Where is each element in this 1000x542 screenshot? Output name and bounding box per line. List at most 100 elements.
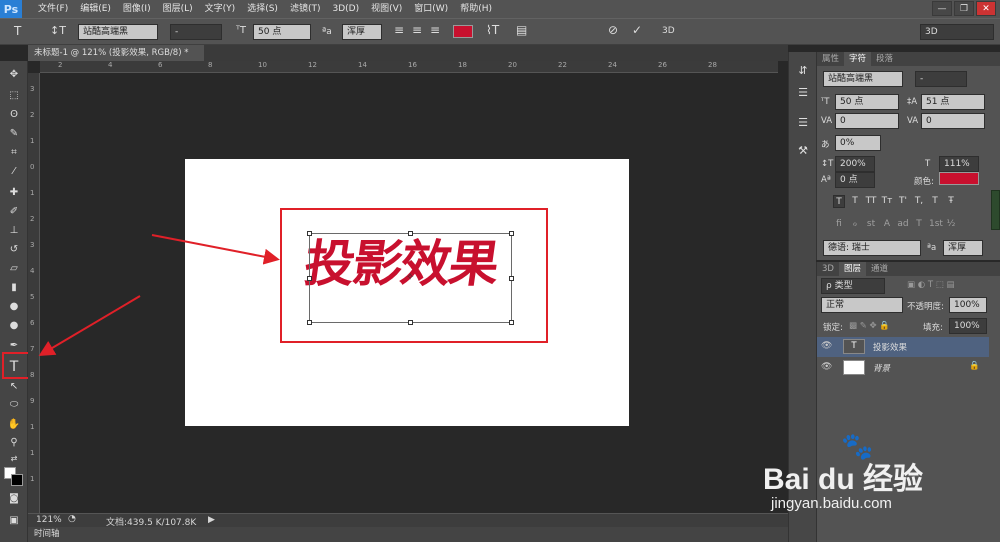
healing-tool-icon[interactable]: ✚ [5, 185, 23, 201]
menu-edit[interactable]: 编辑(E) [74, 0, 117, 18]
menu-view[interactable]: 视图(V) [365, 0, 408, 18]
swash-button[interactable]: st [865, 218, 877, 231]
tab-3d[interactable]: 3D [817, 262, 839, 276]
tab-channels[interactable]: 通道 [866, 262, 893, 276]
align-center-icon[interactable]: ≡ [412, 23, 422, 37]
lasso-tool-icon[interactable]: ʘ [5, 107, 23, 123]
char-baseline-shift[interactable]: 0 点 [835, 172, 875, 188]
alt-ligature-button[interactable]: ℴ [849, 218, 861, 231]
align-left-icon[interactable]: ≡ [394, 23, 404, 37]
ellipse-tool-icon[interactable]: ⬭ [5, 397, 23, 413]
strikethrough-button[interactable]: Ŧ [945, 195, 957, 208]
tab-character[interactable]: 字符 [844, 52, 872, 66]
menu-file[interactable]: 文件(F) [32, 0, 74, 18]
char-horizontal-scale[interactable]: 111% [939, 156, 979, 172]
zoom-tool-icon[interactable]: ⚲ [5, 435, 23, 451]
tool-presets-icon[interactable]: ⚒ [795, 144, 811, 160]
fractions-button[interactable]: ½ [945, 218, 957, 231]
transform-handle[interactable] [408, 320, 413, 325]
char-font-size[interactable]: 50 点 [835, 94, 899, 110]
titling-button[interactable]: ad [897, 218, 909, 231]
char-leading[interactable]: 51 点 [921, 94, 985, 110]
adjust-icon[interactable]: ⇵ [795, 64, 811, 80]
faux-bold-button[interactable]: T [833, 195, 845, 208]
hand-tool-icon[interactable]: ✋ [5, 417, 23, 433]
lock-icons[interactable]: ▩ ✎ ✥ 🔒 [849, 321, 890, 331]
transform-handle[interactable] [307, 276, 312, 281]
ordinal-button[interactable]: T [913, 218, 925, 231]
menu-window[interactable]: 窗口(W) [408, 0, 454, 18]
timeline-panel-tab[interactable]: 时间轴 [28, 527, 788, 542]
char-font-style[interactable]: - [915, 71, 967, 87]
zoom-level[interactable]: 121% [36, 515, 62, 525]
workspace-select[interactable]: 3D [920, 24, 994, 40]
background-color-swatch[interactable] [11, 474, 23, 486]
ordinals-button[interactable]: 1st [929, 218, 943, 231]
cancel-icon[interactable]: ⊘ [608, 23, 618, 37]
menu-type[interactable]: 文字(Y) [199, 0, 242, 18]
minimize-button[interactable]: — [932, 1, 952, 16]
dodge-tool-icon[interactable]: ● [5, 318, 23, 334]
panels-toggle-icon[interactable]: ▤ [516, 23, 527, 37]
move-tool-icon[interactable]: ✥ [5, 67, 23, 83]
tab-layers[interactable]: 图层 [838, 262, 866, 276]
transform-handle[interactable] [307, 320, 312, 325]
tab-properties[interactable]: 属性 [817, 52, 844, 66]
history-icon[interactable]: ☰ [795, 86, 811, 102]
font-style-select[interactable]: - [170, 24, 222, 40]
small-caps-button[interactable]: Tт [881, 195, 893, 208]
document-tab[interactable]: 未标题-1 @ 121% (投影效果, RGB/8) * × [28, 45, 204, 74]
eraser-tool-icon[interactable]: ▱ [5, 261, 23, 277]
menu-image[interactable]: 图像(I) [117, 0, 157, 18]
fill-input[interactable]: 100% [949, 318, 987, 334]
text-color-swatch[interactable] [453, 25, 473, 38]
transform-handle[interactable] [509, 276, 514, 281]
text-orientation-icon[interactable]: ↕T [50, 24, 66, 38]
layer-row-background[interactable]: 👁 背景 🔒 [817, 358, 989, 378]
align-right-icon[interactable]: ≡ [430, 23, 440, 37]
menu-3d[interactable]: 3D(D) [326, 0, 365, 18]
opacity-input[interactable]: 100% [949, 297, 987, 313]
menu-filter[interactable]: 滤镜(T) [284, 0, 327, 18]
layer-filter-icons[interactable]: ▣ ◐ T ⬚ ▤ [907, 280, 955, 290]
faux-italic-button[interactable]: T [849, 195, 861, 208]
quick-select-tool-icon[interactable]: ✎ [5, 126, 23, 142]
visibility-eye-icon[interactable]: 👁 [821, 362, 832, 372]
quick-mask-icon[interactable]: ◙ [5, 491, 23, 507]
eyedropper-tool-icon[interactable]: ⁄ [5, 164, 23, 180]
swap-colors-icon[interactable]: ⇄ [5, 451, 23, 467]
char-antialias-select[interactable]: 浑厚 [943, 240, 983, 256]
char-kerning[interactable]: 0 [835, 113, 899, 129]
superscript-button[interactable]: T' [897, 195, 909, 208]
status-info-icon[interactable]: ◔ [68, 514, 76, 524]
font-family-select[interactable]: 站酷高端黑 [78, 24, 158, 40]
blur-tool-icon[interactable]: ● [5, 299, 23, 315]
close-button[interactable]: ✕ [976, 1, 996, 16]
restore-button[interactable]: ❐ [954, 1, 974, 16]
menu-layer[interactable]: 图层(L) [157, 0, 199, 18]
visibility-eye-icon[interactable]: 👁 [821, 341, 832, 351]
type-tool-preset-icon[interactable]: T [14, 24, 21, 38]
font-size-select[interactable]: 50 点 [253, 24, 311, 40]
transform-handle[interactable] [509, 320, 514, 325]
char-vertical-scale[interactable]: 200% [835, 156, 875, 172]
commit-icon[interactable]: ✓ [632, 23, 642, 37]
char-font-family[interactable]: 站酷高端黑 [823, 71, 903, 87]
stamp-tool-icon[interactable]: ⊥ [5, 223, 23, 239]
brush-tool-icon[interactable]: ✐ [5, 204, 23, 220]
gradient-tool-icon[interactable]: ▮ [5, 280, 23, 296]
3d-icon[interactable]: 3D [662, 24, 675, 38]
status-menu-arrow[interactable]: ▶ [208, 515, 215, 525]
char-language-select[interactable]: 德语: 瑞士 [823, 240, 921, 256]
actions-icon[interactable]: ☰ [795, 116, 811, 132]
menu-select[interactable]: 选择(S) [241, 0, 284, 18]
char-tsume[interactable]: 0% [835, 135, 881, 151]
text-bounding-box[interactable]: ✧ [307, 231, 514, 325]
warp-text-icon[interactable]: ⌇T [486, 23, 499, 37]
history-brush-icon[interactable]: ↺ [5, 242, 23, 258]
all-caps-button[interactable]: TT [865, 195, 877, 208]
tab-paragraph[interactable]: 段落 [871, 52, 898, 66]
crop-tool-icon[interactable]: ⌗ [5, 145, 23, 161]
ligature-button[interactable]: ﬁ [833, 218, 845, 231]
layer-row-text[interactable]: 👁 T 投影效果 [817, 337, 989, 357]
